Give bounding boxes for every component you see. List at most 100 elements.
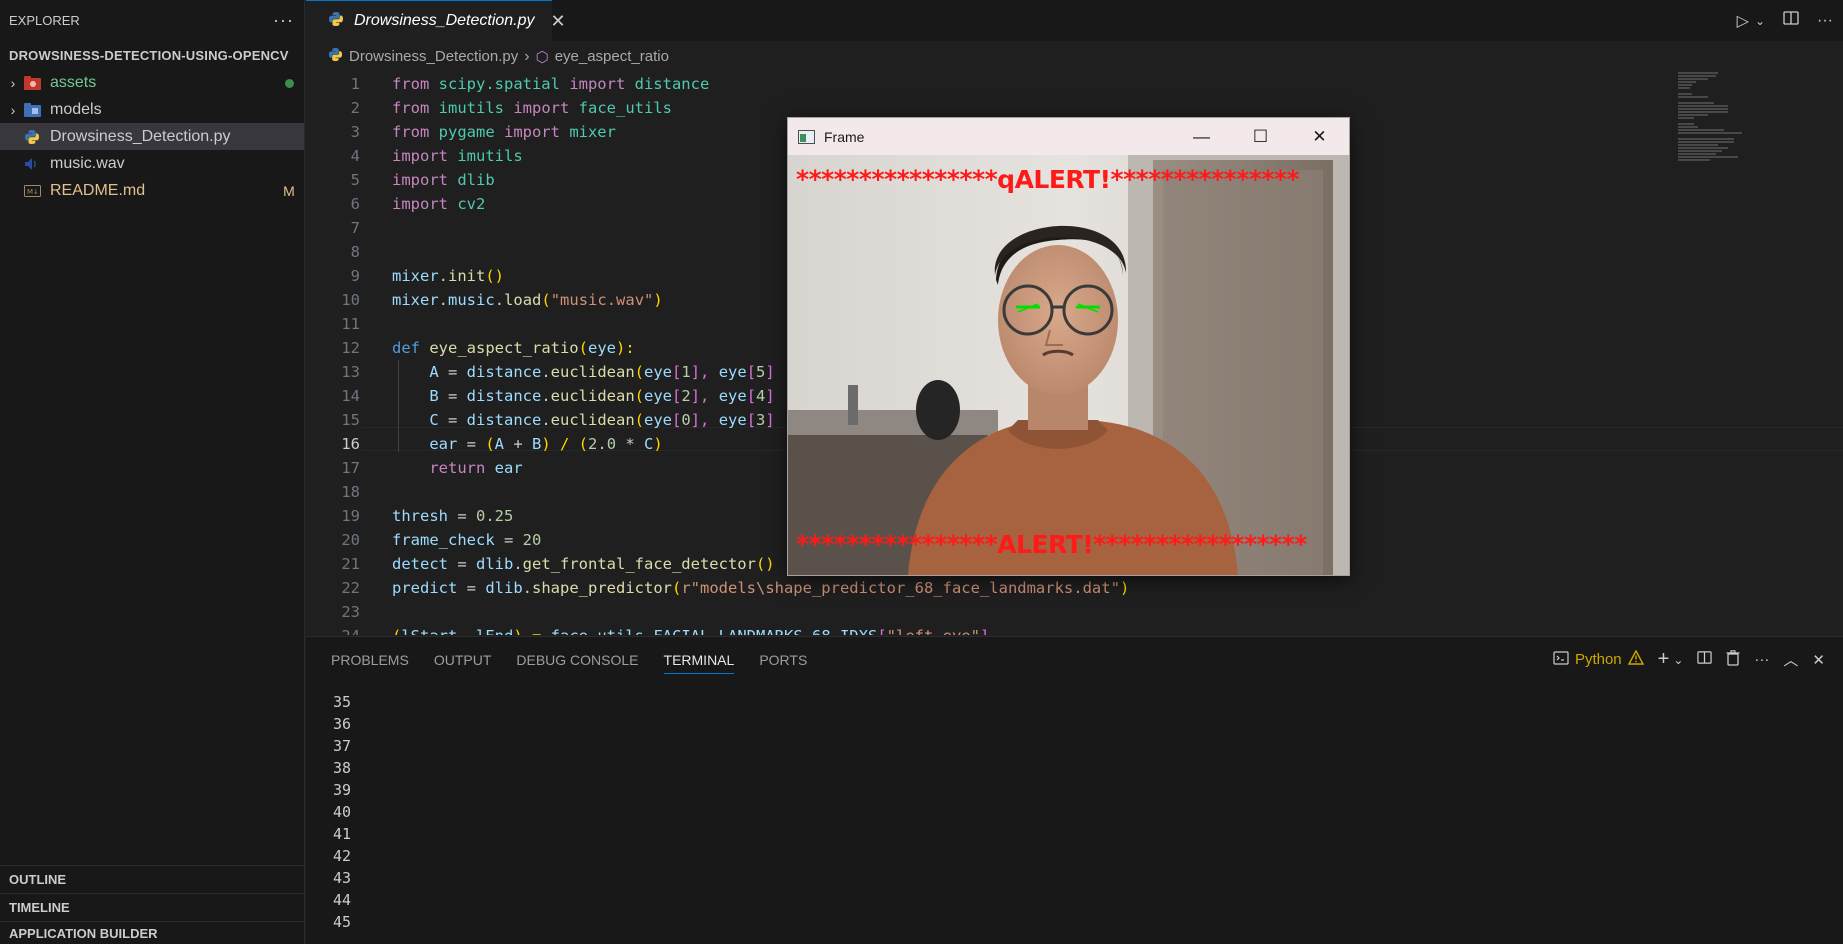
code-line-2: from imutils import face_utils — [392, 99, 672, 117]
terminal-line: 43 — [333, 869, 352, 887]
code-line-10: mixer.music.load("music.wav") — [392, 291, 663, 309]
tree-item-label: models — [50, 100, 102, 118]
line-number: 5 — [350, 171, 360, 189]
close-window-button[interactable]: ✕ — [1290, 118, 1349, 155]
line-number: 14 — [341, 387, 360, 405]
editor-actions: ▷ ⌄ ··· — [1737, 0, 1833, 41]
audio-file-icon — [22, 156, 42, 172]
line-number: 20 — [341, 531, 360, 549]
breadcrumb-file[interactable]: Drowsiness_Detection.py — [349, 48, 518, 65]
code-line-6: import cv2 — [392, 195, 486, 213]
alert-text-bottom: ****************ALERT!***************** — [796, 530, 1307, 559]
maximize-button[interactable]: ☐ — [1231, 118, 1290, 155]
chevron-right-icon: › — [524, 47, 530, 65]
tab-bar: Drowsiness_Detection.py ✕ ▷ ⌄ ··· — [306, 0, 1843, 41]
code-line-22: predict = dlib.shape_predictor(r"models\… — [392, 579, 1130, 597]
code-line-13: A = distance.euclidean(eye[1], eye[5] — [392, 363, 775, 381]
minimap[interactable] — [1678, 72, 1748, 202]
trash-icon[interactable] — [1726, 649, 1740, 670]
code-line-19: thresh = 0.25 — [392, 507, 514, 525]
terminal-line: 39 — [333, 781, 352, 799]
line-number: 1 — [350, 75, 360, 93]
line-number: 22 — [341, 579, 360, 597]
explorer-title: EXPLORER — [9, 13, 80, 28]
tree-item-models[interactable]: › models — [0, 96, 304, 123]
webcam-frame: ****************qALERT!*************** *… — [788, 155, 1349, 575]
line-number: 10 — [341, 291, 360, 309]
tab-problems[interactable]: PROBLEMS — [331, 652, 409, 668]
tab-output[interactable]: OUTPUT — [434, 652, 492, 668]
maximize-panel-icon[interactable]: ︿ — [1783, 649, 1798, 670]
new-terminal-icon[interactable]: + — [1658, 648, 1670, 671]
line-number: 21 — [341, 555, 360, 573]
terminal-instance[interactable]: Python — [1553, 649, 1644, 670]
python-file-icon — [328, 11, 344, 32]
chevron-down-icon[interactable]: ⌄ — [1755, 14, 1765, 28]
line-number: 3 — [350, 123, 360, 141]
breadcrumb: Drowsiness_Detection.py › ⬡ eye_aspect_r… — [306, 41, 1843, 72]
split-editor-icon[interactable] — [1783, 10, 1799, 31]
explorer-more-button[interactable]: ··· — [273, 10, 294, 31]
terminal-line: 45 — [333, 913, 352, 931]
chevron-right-icon: › — [10, 74, 16, 91]
tree-item-music-wav[interactable]: music.wav — [0, 150, 304, 177]
line-number: 2 — [350, 99, 360, 117]
more-actions-icon[interactable]: ··· — [1817, 12, 1833, 30]
window-controls: — ☐ ✕ — [1172, 118, 1349, 155]
code-line-9: mixer.init() — [392, 267, 505, 285]
terminal-output[interactable]: 35 36 37 38 39 40 41 42 43 44 45 — [333, 691, 351, 933]
line-number-active: 16 — [341, 435, 360, 453]
split-terminal-icon[interactable] — [1697, 650, 1713, 669]
tree-item-drowsiness-detection-py[interactable]: Drowsiness_Detection.py — [0, 123, 304, 150]
line-number: 7 — [350, 219, 360, 237]
close-icon[interactable]: ✕ — [1812, 651, 1825, 669]
tab-drowsiness-detection-py[interactable]: Drowsiness_Detection.py ✕ — [306, 0, 566, 41]
terminal-line: 37 — [333, 737, 352, 755]
tree-item-label: music.wav — [50, 154, 125, 172]
terminal-line: 40 — [333, 803, 352, 821]
folder-models-icon — [22, 102, 42, 118]
code-line-21: detect = dlib.get_frontal_face_detector(… — [392, 555, 775, 573]
line-number: 9 — [350, 267, 360, 285]
code-line-5: import dlib — [392, 171, 495, 189]
python-file-icon — [22, 129, 42, 145]
tab-label: Drowsiness_Detection.py — [354, 12, 535, 29]
frame-window[interactable]: Frame — ☐ ✕ ****************qALERT!*****… — [787, 117, 1350, 576]
outline-section[interactable]: OUTLINE — [0, 865, 305, 893]
code-line-12: def eye_aspect_ratio(eye): — [392, 339, 635, 357]
more-actions-icon[interactable]: ··· — [1754, 651, 1769, 668]
run-icon[interactable]: ▷ — [1737, 11, 1749, 31]
tree-item-assets[interactable]: › assets — [0, 69, 304, 96]
terminal-line: 42 — [333, 847, 352, 865]
workspace-folder[interactable]: DROWSINESS-DETECTION-USING-OPENCV — [0, 41, 304, 69]
svg-text:M↓: M↓ — [27, 188, 39, 196]
close-icon[interactable]: ✕ — [551, 11, 566, 32]
code-line-17: return ear — [392, 459, 523, 477]
webcam-image — [788, 155, 1349, 575]
tree-item-readme-md[interactable]: M↓ README.md M — [0, 177, 304, 204]
code-line-24: (lStart, lEnd) = face_utils.FACIAL_LANDM… — [392, 624, 989, 635]
code-line-15: C = distance.euclidean(eye[0], eye[3] — [392, 411, 775, 429]
line-number: 12 — [341, 339, 360, 357]
terminal-line: 35 — [333, 693, 352, 711]
line-number: 23 — [341, 603, 360, 621]
line-number: 17 — [341, 459, 360, 477]
tab-debug-console[interactable]: DEBUG CONSOLE — [516, 652, 638, 668]
line-number: 8 — [350, 243, 360, 261]
timeline-section[interactable]: TIMELINE — [0, 893, 305, 921]
line-number: 4 — [350, 147, 360, 165]
code-line-3: from pygame import mixer — [392, 123, 616, 141]
frame-title: Frame — [824, 128, 865, 145]
symbol-method-icon: ⬡ — [535, 48, 549, 66]
tab-ports[interactable]: PORTS — [759, 652, 807, 668]
markdown-file-icon: M↓ — [22, 183, 42, 199]
terminal-name: Python — [1574, 651, 1622, 668]
minimize-button[interactable]: — — [1172, 118, 1231, 155]
terminal-line: 36 — [333, 715, 352, 733]
application-builder-section[interactable]: APPLICATION BUILDER — [0, 921, 305, 944]
chevron-down-icon[interactable]: ⌄ — [1673, 653, 1683, 667]
explorer-sidebar: EXPLORER ··· DROWSINESS-DETECTION-USING-… — [0, 0, 305, 944]
line-number: 19 — [341, 507, 360, 525]
tab-terminal[interactable]: TERMINAL — [663, 652, 735, 674]
breadcrumb-symbol[interactable]: eye_aspect_ratio — [555, 48, 669, 65]
